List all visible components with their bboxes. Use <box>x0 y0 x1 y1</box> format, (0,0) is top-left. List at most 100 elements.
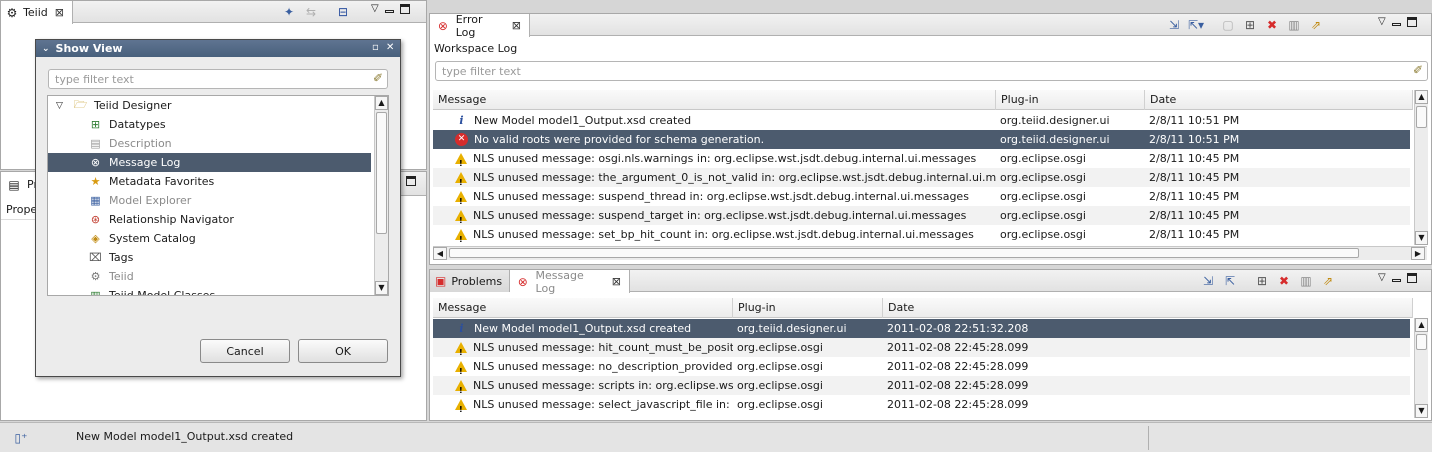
error-log-table-body: i New Model model1_Output.xsd created org.… <box>433 111 1410 244</box>
maximize-icon[interactable]: ▫ <box>372 42 379 53</box>
minimize-icon[interactable] <box>1391 279 1401 282</box>
tree-item[interactable]: ⌧ Tags <box>48 248 371 267</box>
date-cell: 2/8/11 10:45 PM <box>1149 190 1240 203</box>
maximize-icon[interactable] <box>406 176 416 186</box>
dialog-title-bar[interactable]: ⌄ Show View ▫ ✕ <box>36 40 400 57</box>
table-row[interactable]: NLS unused message: suspend_thread in: o… <box>433 187 1410 206</box>
table-row[interactable]: NLS unused message: select_javascript_fi… <box>433 395 1410 414</box>
close-icon[interactable]: ⊠ <box>512 19 521 32</box>
pin-icon[interactable]: ✦ <box>281 4 297 20</box>
column-header-plugin[interactable]: Plug-in <box>733 298 883 318</box>
close-icon[interactable]: ⊠ <box>612 275 621 288</box>
table-row[interactable]: ✕ No valid roots were provided for schema… <box>433 130 1410 149</box>
warning-icon <box>455 229 467 244</box>
folder-icon: 🗁 <box>73 98 88 111</box>
tree-item[interactable]: ▦ Model Explorer <box>48 191 371 210</box>
close-icon[interactable]: ⊠ <box>55 6 64 19</box>
error-log-vscroll[interactable]: ▲ ▼ <box>1414 90 1428 245</box>
clear-log-icon[interactable]: ⊞ <box>1254 273 1270 289</box>
tab-problems[interactable]: ▣ Problems <box>430 270 510 292</box>
sync-icon[interactable]: ⇆ <box>303 4 319 20</box>
message-log-tabbar: ▣ Problems ⊗ Message Log ⊠ ⇲ ⇱ ⊞ ✖ ▥ ⇗ ▽ <box>430 269 1431 295</box>
view-log-file-icon[interactable]: ▥ <box>1286 17 1302 33</box>
delete-log-icon[interactable]: ✖ <box>1264 17 1280 33</box>
tree-item[interactable]: ⊗ Message Log <box>48 153 371 172</box>
table-row[interactable]: NLS unused message: suspend_target in: o… <box>433 206 1410 225</box>
table-row[interactable]: NLS unused message: scripts in: org.ecli… <box>433 376 1410 395</box>
message-log-vscroll[interactable]: ▲ ▼ <box>1414 318 1428 418</box>
tab-error-log[interactable]: ⊗ Error Log ⊠ <box>430 13 530 39</box>
minimize-icon[interactable] <box>1391 23 1401 26</box>
restore-log-icon[interactable]: ⇗ <box>1308 17 1324 33</box>
scroll-up-icon[interactable]: ▲ <box>375 96 388 110</box>
delete-log-icon[interactable]: ✖ <box>1276 273 1292 289</box>
table-row[interactable]: NLS unused message: osgi.nls.warnings in… <box>433 149 1410 168</box>
scroll-thumb[interactable] <box>449 248 1359 258</box>
table-row[interactable]: NLS unused message: hit_count_must_be_po… <box>433 338 1410 357</box>
ok-button[interactable]: OK <box>298 339 388 363</box>
message-cell: NLS unused message: the_argument_0_is_no… <box>433 168 996 187</box>
scroll-up-icon[interactable]: ▲ <box>1415 90 1428 104</box>
table-row[interactable]: NLS unused message: set_bp_hit_count in:… <box>433 225 1410 244</box>
scroll-right-icon[interactable]: ▶ <box>1411 247 1425 260</box>
view-log-file-icon[interactable]: ▥ <box>1298 273 1314 289</box>
view-tree-vscroll[interactable]: ▲ ▼ <box>374 96 388 295</box>
export-log-icon[interactable]: ⇲ <box>1166 17 1182 33</box>
maximize-icon[interactable] <box>1406 272 1417 283</box>
tree-item[interactable]: ▥ Teiid Model Classes <box>48 286 371 295</box>
tree-item[interactable]: ◈ System Catalog <box>48 229 371 248</box>
tab-message-log[interactable]: ⊗ Message Log ⊠ <box>510 269 630 295</box>
tree-item[interactable]: ★ Metadata Favorites <box>48 172 371 191</box>
clear-filter-icon[interactable]: ✐ <box>373 71 383 85</box>
chevron-down-icon[interactable]: ▽ <box>52 98 67 113</box>
cancel-button[interactable]: Cancel <box>200 339 290 363</box>
column-header-plugin[interactable]: Plug-in <box>996 90 1145 110</box>
column-header-message[interactable]: Message <box>433 298 733 318</box>
tab-teiid[interactable]: ⚙ Teiid ⊠ <box>1 1 73 24</box>
column-header-date[interactable]: Date <box>883 298 1413 318</box>
error-log-hscroll[interactable]: ◀ ▶ <box>433 246 1427 260</box>
maximize-icon[interactable] <box>1406 16 1417 27</box>
collapse-all-icon[interactable]: ⊟ <box>335 4 351 20</box>
table-row[interactable]: NLS unused message: no_description_provi… <box>433 357 1410 376</box>
scroll-left-icon[interactable]: ◀ <box>433 247 447 260</box>
close-icon[interactable]: ✕ <box>386 42 394 53</box>
teiid-view-toolbar: ✦ ⇆ ⊟ <box>281 4 351 20</box>
minimize-icon[interactable] <box>384 10 394 13</box>
scroll-up-icon[interactable]: ▲ <box>1415 318 1428 332</box>
tree-item[interactable]: ▽ 🗁 Teiid Designer <box>48 96 371 115</box>
scroll-down-icon[interactable]: ▼ <box>1415 231 1428 245</box>
view-menu-icon[interactable]: ▽ <box>1378 16 1386 27</box>
view-menu-icon[interactable]: ▽ <box>1378 272 1386 283</box>
view-tree: ▽ 🗁 Teiid Designer ⊞ Datatypes ▤ Description ⊗ M… <box>47 95 389 296</box>
maximize-icon[interactable] <box>399 3 410 14</box>
tree-item[interactable]: ⊞ Datatypes <box>48 115 371 134</box>
scroll-down-icon[interactable]: ▼ <box>1415 404 1428 418</box>
error-log-filter-input[interactable]: type filter text ✐ <box>435 61 1428 81</box>
column-header-date[interactable]: Date <box>1145 90 1413 110</box>
dialog-filter-input[interactable]: type filter text ✐ <box>48 69 388 89</box>
date-cell: 2011-02-08 22:45:28.099 <box>887 341 1029 354</box>
scroll-thumb[interactable] <box>1416 106 1427 128</box>
table-row[interactable]: i New Model model1_Output.xsd created org.… <box>433 111 1410 130</box>
column-header-message[interactable]: Message <box>433 90 996 110</box>
export-log-icon[interactable]: ⇲ <box>1200 273 1216 289</box>
scroll-thumb[interactable] <box>376 112 387 234</box>
view-menu-icon[interactable]: ▽ <box>371 3 379 14</box>
scroll-thumb[interactable] <box>1416 334 1427 350</box>
info-icon: i <box>459 322 464 335</box>
tree-item[interactable]: ⚙ Teiid <box>48 267 371 286</box>
restore-log-icon[interactable]: ⇗ <box>1320 273 1336 289</box>
clear-log-icon[interactable]: ⊞ <box>1242 17 1258 33</box>
table-row[interactable]: NLS unused message: the_argument_0_is_no… <box>433 168 1410 187</box>
tree-item[interactable]: ⊛ Relationship Navigator <box>48 210 371 229</box>
table-row[interactable]: i New Model model1_Output.xsd created org.… <box>433 319 1410 338</box>
import-log-icon[interactable]: ⇱ <box>1222 273 1238 289</box>
chevron-down-icon[interactable]: ⌄ <box>42 44 50 54</box>
open-log-icon[interactable]: ▢ <box>1220 17 1236 33</box>
import-log-icon[interactable]: ⇱▾ <box>1188 17 1204 33</box>
error-icon: ✕ <box>455 133 468 146</box>
clear-filter-icon[interactable]: ✐ <box>1413 63 1423 77</box>
scroll-down-icon[interactable]: ▼ <box>375 281 388 295</box>
tree-item[interactable]: ▤ Description <box>48 134 371 153</box>
